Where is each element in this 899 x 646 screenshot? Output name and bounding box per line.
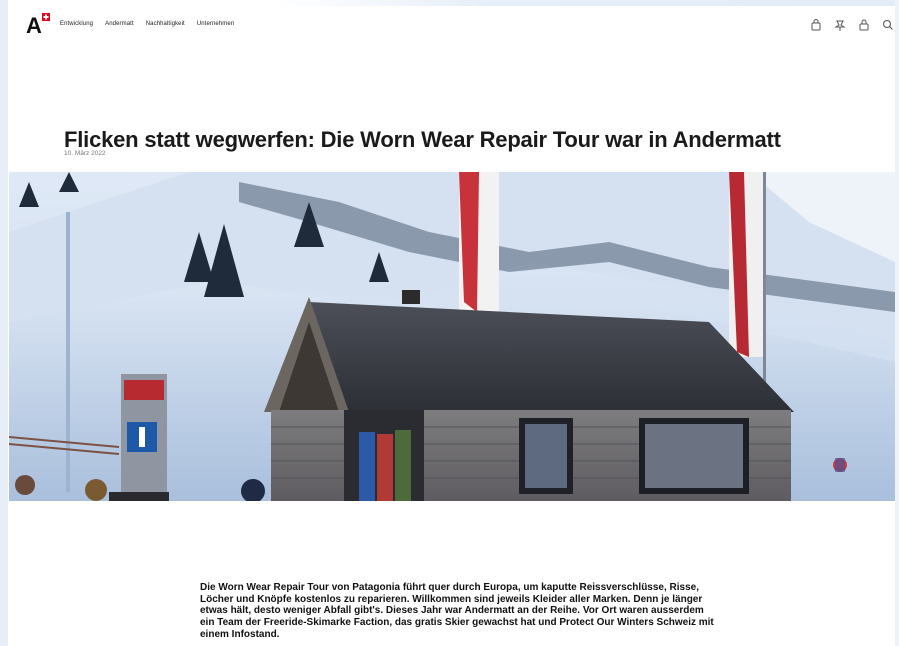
pin-icon[interactable] bbox=[833, 18, 847, 32]
lock-icon[interactable] bbox=[857, 18, 871, 32]
hero-image bbox=[9, 172, 895, 501]
article-date: 10. März 2022 bbox=[64, 150, 106, 157]
site-header: A Entwicklung Andermatt Nachhaltigkeit U… bbox=[8, 6, 895, 42]
header-icons bbox=[809, 18, 895, 32]
nav-item-unternehmen[interactable]: Unternehmen bbox=[197, 21, 234, 27]
main-nav: Entwicklung Andermatt Nachhaltigkeit Unt… bbox=[60, 21, 246, 27]
article-body: Die Worn Wear Repair Tour von Patagonia … bbox=[200, 582, 714, 640]
nav-item-entwicklung[interactable]: Entwicklung bbox=[60, 21, 93, 27]
search-icon[interactable] bbox=[881, 18, 895, 32]
svg-text:A: A bbox=[26, 13, 42, 36]
page-frame-left bbox=[0, 0, 8, 646]
brand-logo[interactable]: A bbox=[26, 12, 56, 38]
shopping-bag-icon[interactable] bbox=[809, 18, 823, 32]
article-title: Flicken statt wegwerfen: Die Worn Wear R… bbox=[64, 126, 781, 152]
nav-item-andermatt[interactable]: Andermatt bbox=[105, 21, 134, 27]
page-frame-right bbox=[895, 0, 899, 646]
nav-item-nachhaltigkeit[interactable]: Nachhaltigkeit bbox=[146, 21, 185, 27]
